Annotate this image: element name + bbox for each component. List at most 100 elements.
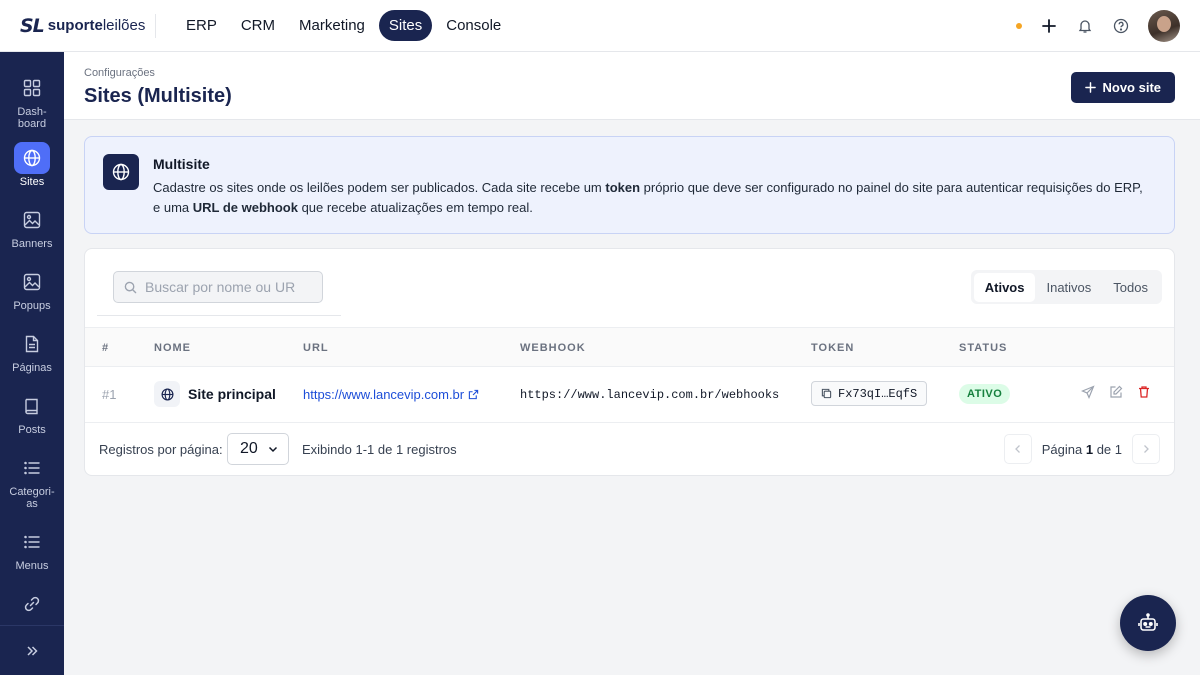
logo-mark: SL (20, 14, 45, 37)
image-icon (14, 204, 50, 236)
sites-card: Ativos Inativos Todos # NOME URL WEBHOOK… (84, 248, 1175, 476)
assistant-button[interactable] (1120, 595, 1176, 651)
search-box[interactable] (113, 271, 323, 303)
sidebar-label: Posts (18, 424, 46, 436)
globe-icon (103, 154, 139, 190)
tab-todos[interactable]: Todos (1102, 273, 1159, 302)
pagination: Página 1 de 1 (1003, 434, 1160, 464)
link-icon (14, 588, 50, 620)
sidebar-item-categorias[interactable]: Categori-as (0, 452, 64, 510)
chevron-right-icon (1144, 445, 1149, 453)
logo-name-light: leilões (102, 17, 146, 34)
results-count: Exibindo 1-1 de 1 registros (302, 442, 457, 457)
sidebar-label: Dash-board (17, 106, 47, 130)
per-page-value: 20 (240, 440, 258, 457)
bell-icon[interactable] (1076, 17, 1094, 35)
brand-logo[interactable]: SL suporteleilões (0, 13, 156, 38)
page-title: Sites (Multisite) (84, 85, 232, 107)
column-header[interactable]: WEBHOOK (520, 342, 586, 354)
sidebar-label: Menus (15, 560, 49, 572)
status-tabs: Ativos Inativos Todos (970, 270, 1162, 304)
page-header: Configurações Sites (Multisite) Novo sit… (64, 52, 1200, 120)
sidebar-item-dashboard[interactable]: Dash-board (0, 72, 64, 130)
info-text: Cadastre os sites onde os leilões podem … (153, 180, 1143, 215)
status-dot (1016, 22, 1022, 29)
chevron-down-icon (268, 446, 277, 453)
column-header[interactable]: STATUS (959, 342, 1007, 354)
sidebar-label: Categori-as (9, 486, 55, 510)
info-banner: Multisite Cadastre os sites onde os leil… (84, 136, 1175, 234)
chevrons-right-icon (27, 645, 38, 656)
plus-icon (1085, 82, 1097, 93)
sidebar-expand-button[interactable] (0, 625, 64, 675)
column-header[interactable]: # (102, 342, 109, 354)
top-actions (1016, 9, 1200, 42)
sidebar-label: Páginas (12, 362, 52, 374)
sidebar-item-posts[interactable]: Posts (0, 390, 64, 436)
copy-icon (821, 388, 832, 399)
image-icon (14, 266, 50, 298)
edit-icon[interactable] (1109, 385, 1123, 399)
page-indicator: Página 1 de 1 (1041, 441, 1122, 457)
table-row[interactable]: #1 Site principal https://www.lancevip.c… (85, 367, 1174, 423)
sidebar-item-sites[interactable]: Sites (0, 142, 64, 188)
column-header[interactable]: URL (303, 342, 329, 354)
sidebar-label: Sites (19, 176, 45, 188)
plus-icon[interactable] (1040, 17, 1058, 35)
sidebar-item-links[interactable] (0, 588, 64, 620)
search-input[interactable] (145, 279, 295, 295)
sidebar-item-paginas[interactable]: Páginas (0, 328, 64, 374)
list-icon (14, 452, 50, 484)
user-avatar[interactable] (1148, 9, 1180, 42)
site-url-link[interactable]: https://www.lancevip.com.br (303, 387, 479, 402)
nav-marketing[interactable]: Marketing (289, 10, 375, 41)
info-title: Multisite (153, 156, 210, 172)
search-icon (124, 281, 137, 293)
per-page-label: Registros por página: (99, 442, 223, 457)
new-site-button[interactable]: Novo site (1071, 72, 1175, 103)
sidebar-item-menus[interactable]: Menus (0, 526, 64, 572)
nav-erp[interactable]: ERP (176, 10, 227, 41)
dashboard-icon (14, 72, 50, 104)
document-icon (14, 328, 50, 360)
breadcrumb[interactable]: Configurações (84, 67, 155, 79)
robot-icon (1138, 613, 1158, 631)
list-icon (14, 526, 50, 558)
globe-icon (154, 381, 180, 407)
logo-name-bold: suporte (47, 17, 103, 34)
site-name[interactable]: Site principal (188, 386, 276, 402)
per-page-select[interactable]: 20 (227, 433, 289, 465)
table-header: # NOME URL WEBHOOK TOKEN STATUS (85, 327, 1174, 367)
nav-console[interactable]: Console (436, 10, 511, 41)
row-actions (1081, 385, 1151, 399)
prev-page-button[interactable] (1003, 434, 1032, 464)
nav-crm[interactable]: CRM (231, 10, 285, 41)
tab-ativos[interactable]: Ativos (973, 272, 1036, 302)
row-number: #1 (102, 387, 117, 402)
send-icon[interactable] (1081, 385, 1095, 399)
column-header[interactable]: NOME (154, 342, 191, 354)
status-badge: ATIVO (959, 384, 1011, 404)
tab-inativos[interactable]: Inativos (1035, 273, 1102, 302)
next-page-button[interactable] (1132, 434, 1160, 464)
sidebar-label: Banners (11, 238, 53, 250)
new-site-label: Novo site (1102, 80, 1161, 95)
chevron-left-icon (1014, 445, 1020, 453)
webhook-url: https://www.lancevip.com.br/webhooks (520, 388, 780, 402)
column-header[interactable]: TOKEN (811, 342, 854, 354)
top-nav: ERP CRM Marketing Sites Console (176, 10, 511, 41)
external-link-icon (468, 389, 479, 400)
sidebar: Dash-board Sites Banners Popups Páginas … (0, 52, 64, 675)
globe-icon (14, 142, 50, 174)
nav-sites[interactable]: Sites (378, 10, 433, 41)
copy-token-button[interactable]: Fx73qI…EqfS (811, 381, 928, 406)
sidebar-label: Popups (13, 300, 51, 312)
sidebar-item-popups[interactable]: Popups (0, 266, 64, 312)
table-footer: Registros por página: 20 Exibindo 1-1 de… (85, 423, 1174, 475)
top-bar: SL suporteleilões ERP CRM Marketing Site… (0, 0, 1200, 52)
help-icon[interactable] (1112, 17, 1130, 35)
book-icon (14, 390, 50, 422)
sidebar-item-banners[interactable]: Banners (0, 204, 64, 250)
token-value: Fx73qI…EqfS (838, 386, 918, 401)
delete-icon[interactable] (1137, 385, 1151, 399)
